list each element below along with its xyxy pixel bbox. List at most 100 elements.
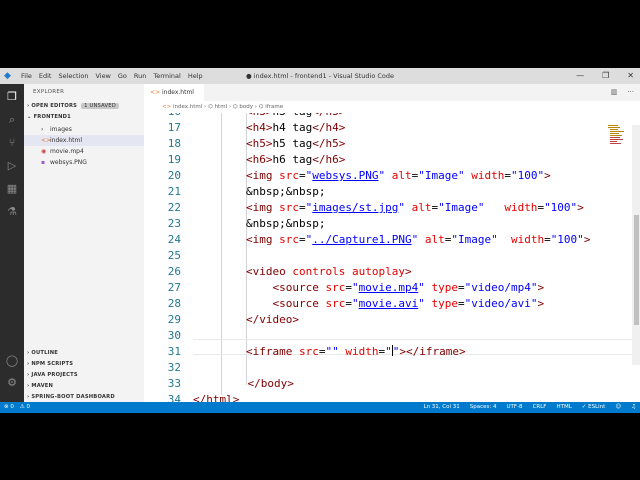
title-bar: ◆ File Edit Selection View Go Run Termin… [0,68,640,84]
code-token: <img [246,233,280,246]
line-number: 23 [167,217,181,230]
code-token: h6 tag [272,153,313,166]
vertical-scrollbar[interactable] [632,125,640,365]
menu-terminal[interactable]: Terminal [153,68,180,84]
indentation[interactable]: Spaces: 4 [470,402,497,413]
eslint-status[interactable]: ✓ ESLint [582,402,606,413]
code-token: ../Capture1.PNG [312,233,412,246]
flask-icon[interactable]: ⚗ [5,205,19,219]
gear-icon[interactable]: ⚙ [5,376,19,390]
menu-file[interactable]: File [21,68,32,84]
line-number: 30 [167,329,181,342]
line-number: 24 [167,233,181,246]
menu-run[interactable]: Run [134,68,146,84]
close-icon[interactable]: ✕ [627,68,634,84]
maximize-icon[interactable]: ❐ [602,68,609,84]
code-token: = [299,233,306,246]
explorer-icon[interactable]: ❐ [5,90,19,104]
code-token: </h6> [312,153,346,166]
code-token: ></iframe> [399,345,466,358]
html-file-icon: <> [162,104,172,110]
code-token: src [279,233,299,246]
code-editor[interactable]: 16 17 18 19 20 21 22 23 24 25 26 27 28 2… [144,113,640,402]
code-token: images/st.jpg [312,201,399,214]
image-file-icon: ▪ [41,159,46,166]
breadcrumb-item-html[interactable]: html [215,104,228,110]
menu-view[interactable]: View [95,68,110,84]
encoding[interactable]: UTF-8 [507,402,523,413]
errors-count[interactable]: ⊗ 0 [4,402,14,413]
line-number: 17 [167,121,181,134]
file-item-images[interactable]: › images [24,124,144,135]
menu-edit[interactable]: Edit [39,68,52,84]
code-token: > [577,201,584,214]
code-token: <iframe [246,345,299,358]
file-item-index-html[interactable]: <>index.html [24,135,144,146]
code-token: src [279,169,299,182]
breadcrumb-item-iframe[interactable]: iframe [265,104,283,110]
code-token: "100" [550,233,584,246]
window-controls: — ❐ ✕ [576,68,634,84]
explorer-header: EXPLORER [33,89,65,95]
code-token: " [398,201,405,214]
line-number: 27 [167,281,181,294]
code-line: <source src="movie.mp4" type="video/mp4"… [246,281,545,294]
html-file-icon: <> [41,137,52,144]
maven-section[interactable]: › MAVEN [27,383,53,389]
line-number: 26 [167,265,181,278]
video-file-icon: ◉ [41,148,47,155]
code-line: <h4>h4 tag</h4> [246,121,345,134]
search-icon[interactable]: ⌕ [5,113,19,127]
code-token: </html> [193,393,240,402]
cursor-position[interactable]: Ln 31, Col 31 [424,402,460,413]
chevron-down-icon: ⌄ [27,114,32,120]
code-token: movie.avi [358,297,419,310]
more-actions-icon[interactable]: ··· [627,84,634,101]
feedback-icon[interactable]: ☺ [615,402,621,413]
code-token: src [325,281,346,294]
split-editor-icon[interactable]: ▥ [611,84,618,101]
breadcrumb-item-file[interactable]: index.html [173,104,202,110]
java-projects-section[interactable]: › JAVA PROJECTS [27,372,78,378]
html-file-icon: <> [150,89,161,96]
file-item-websys-png[interactable]: ▪ websys.PNG [24,157,144,168]
code-token: &nbsp;&nbsp; [246,185,326,198]
code-line: <h3>h3 tag</h3> [246,113,345,118]
breadcrumb-item-body[interactable]: body [239,104,253,110]
bell-icon[interactable]: ♫ [631,402,636,413]
open-editors-section[interactable]: › OPEN EDITORS 1 UNSAVED [27,103,119,109]
line-ending[interactable]: CRLF [533,402,547,413]
folder-section[interactable]: ⌄ FRONTEND1 [27,114,71,120]
outline-section[interactable]: › OUTLINE [27,350,58,356]
language-mode[interactable]: HTML [556,402,571,413]
minimap[interactable] [608,123,626,163]
tab-index-html[interactable]: <> index.html ● [144,84,204,113]
npm-scripts-section[interactable]: › NPM SCRIPTS [27,361,73,367]
code-token: "100" [510,169,545,182]
minimize-icon[interactable]: — [576,68,584,84]
code-token: </h3> [312,113,345,118]
source-control-icon[interactable]: ⑂ [5,136,19,150]
run-debug-icon[interactable]: ▷ [5,159,19,173]
spring-boot-dashboard-section[interactable]: › SPRING-BOOT DASHBOARD [27,394,115,400]
extensions-icon[interactable]: ▦ [5,182,19,196]
menu-go[interactable]: Go [118,68,127,84]
code-token: <source [272,297,326,310]
code-line: <source src="movie.avi" type="video/avi"… [246,297,545,310]
code-token: h3 tag [273,113,313,118]
menu-help[interactable]: Help [188,68,203,84]
line-number: 22 [167,201,181,214]
code-token: " [351,281,359,294]
code-token: <h3> [246,113,273,118]
warnings-count[interactable]: ⚠ 0 [20,402,30,413]
line-number: 16 [144,113,181,118]
scrollbar-thumb[interactable] [634,215,639,325]
menu-selection[interactable]: Selection [58,68,88,84]
code-token: <h6> [246,153,273,166]
file-item-movie-mp4[interactable]: ◉ movie.mp4 [24,146,144,157]
code-token: = [345,297,352,310]
account-icon[interactable]: ◯ [5,354,19,368]
code-token: > [583,233,591,246]
code-token: alt [418,233,445,246]
code-token: = [544,233,551,246]
